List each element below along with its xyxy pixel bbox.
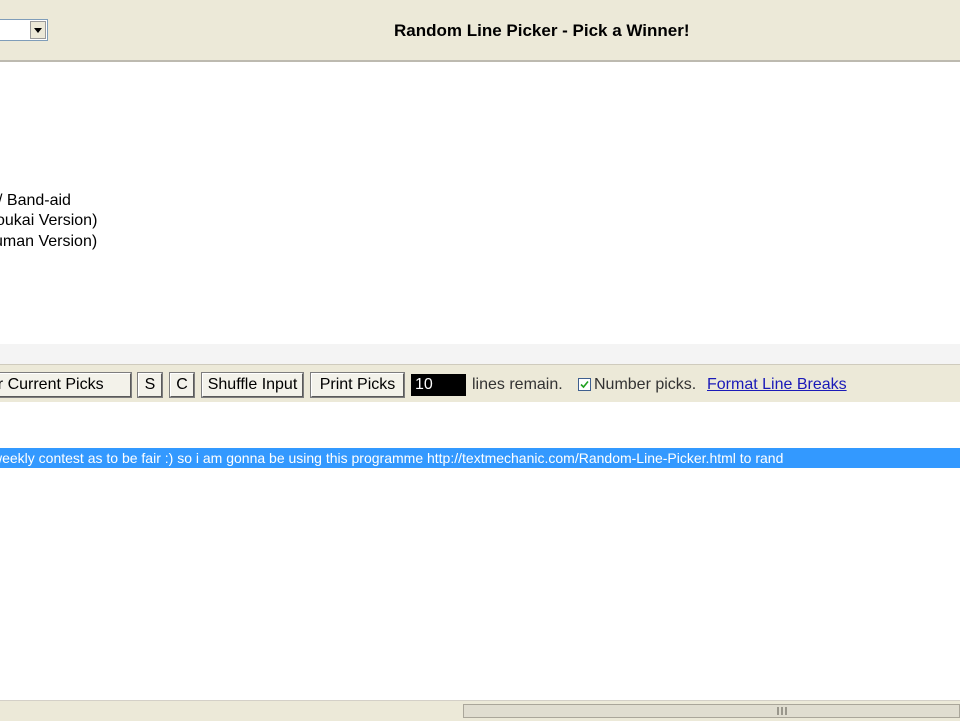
check-icon [580, 380, 589, 389]
shuffle-input-button[interactable]: Shuffle Input [201, 372, 304, 398]
selected-text-line: weekly contest as to be fair :) so i am … [0, 448, 960, 468]
number-picks-label: Number picks. [594, 376, 697, 393]
input-line: / Band-aid [0, 192, 71, 209]
remaining-label: lines remain. [472, 376, 563, 393]
chevron-down-icon [34, 27, 42, 33]
clear-current-picks-button[interactable]: ear Current Picks [0, 372, 132, 398]
input-line: oukai Version) [0, 212, 98, 229]
input-line: uman Version) [0, 233, 98, 250]
remaining-count-field[interactable]: 10 [411, 374, 466, 396]
divider [0, 344, 960, 364]
number-picks-checkbox[interactable] [578, 378, 591, 391]
input-textarea[interactable]: / Band-aid oukai Version) uman Version) [0, 62, 960, 344]
s-button[interactable]: S [137, 372, 163, 398]
c-button[interactable]: C [169, 372, 195, 398]
page-title: Random Line Picker - Pick a Winner! [394, 21, 690, 40]
grip-icon [777, 707, 791, 715]
print-picks-button[interactable]: Print Picks [310, 372, 405, 398]
header-bar: Random Line Picker - Pick a Winner! [0, 0, 960, 62]
toolbar: ear Current Picks S C Shuffle Input Prin… [0, 364, 960, 404]
output-textarea[interactable]: weekly contest as to be fair :) so i am … [0, 402, 960, 700]
scrollbar-thumb[interactable] [463, 704, 960, 718]
horizontal-scrollbar[interactable] [0, 700, 960, 721]
mode-dropdown[interactable] [0, 19, 48, 41]
format-line-breaks-link[interactable]: Format Line Breaks [707, 374, 847, 396]
dropdown-button[interactable] [30, 21, 46, 39]
